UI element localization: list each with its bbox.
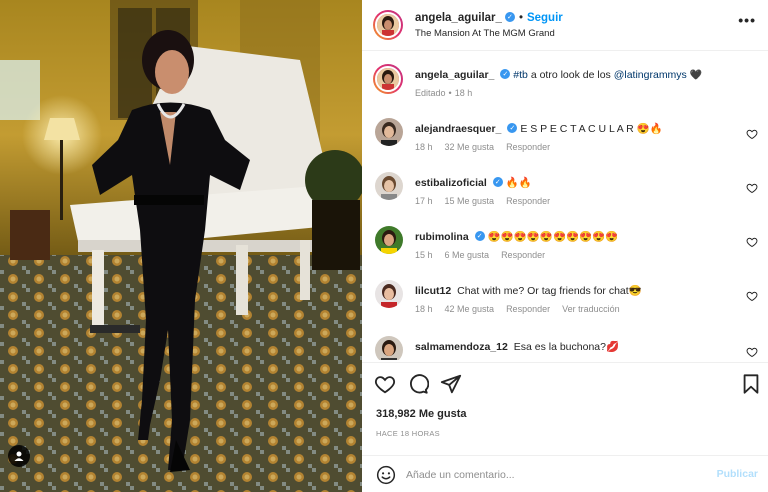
comment-text: E S P E C T A C U L A R 😍🔥 [520, 123, 663, 135]
commenter-username[interactable]: rubimolina [415, 231, 469, 243]
comment-icon[interactable] [407, 373, 429, 395]
comment-time: 18 h [415, 142, 433, 152]
heart-icon[interactable] [746, 346, 758, 358]
comment-text: Esa es la buchona?💋 [513, 341, 620, 353]
caption-text: a otro look de los [527, 69, 614, 81]
caption-mention[interactable]: @latingrammys [614, 69, 687, 81]
comment-text: Chat with me? Or tag friends for chat😎 [457, 285, 642, 297]
post-location[interactable]: The Mansion At The MGM Grand [415, 28, 555, 39]
comment-text: 🔥🔥 [505, 177, 532, 189]
author-username[interactable]: angela_aguilar_ [415, 12, 502, 24]
separator-dot: • [448, 88, 452, 98]
caption: angela_aguilar_ ✓ #tb a otro look de los … [362, 64, 768, 104]
comment-likes[interactable]: 15 Me gusta [445, 196, 495, 206]
bookmark-icon[interactable] [740, 373, 762, 395]
commenter-username[interactable]: alejandraesquer_ [415, 123, 501, 135]
share-icon[interactable] [440, 373, 462, 395]
verified-icon: ✓ [474, 231, 485, 242]
reply-button[interactable]: Responder [506, 196, 550, 206]
post-photo[interactable] [0, 0, 362, 492]
comment-time: 18 h [415, 304, 433, 314]
comment-time: 15 h [415, 250, 433, 260]
comment-text: 😍😍😍😍😍😍😍😍😍😍 [487, 231, 619, 243]
see-translation-button[interactable]: Ver traducción [562, 304, 620, 314]
likes-count[interactable]: 318,982 Me gusta [376, 408, 467, 420]
separator-dot: • [518, 12, 523, 24]
comment-time: 17 h [415, 196, 433, 206]
author-avatar[interactable] [373, 10, 403, 40]
heart-icon[interactable] [746, 182, 758, 194]
more-icon[interactable]: ••• [738, 12, 756, 28]
post-time: HACE 18 HORAS [376, 429, 440, 438]
tag-user-icon[interactable] [8, 445, 30, 467]
comment-row: estibalizoficial ✓ 🔥🔥 17 h 15 Me gusta Resp… [362, 172, 768, 212]
verified-icon: ✓ [492, 177, 503, 188]
comment-row: rubimolina ✓ 😍😍😍😍😍😍😍😍😍😍 15 h 6 Me gusta Res… [362, 226, 768, 266]
heart-icon[interactable] [374, 373, 396, 395]
post-image [0, 0, 362, 492]
caption-emoji: 🖤 [689, 70, 703, 81]
comment-row: alejandraesquer_ ✓ E S P E C T A C U L A … [362, 118, 768, 158]
comment-row: lilcut12 Chat with me? Or tag friends fo… [362, 280, 768, 320]
verified-icon: ✓ [507, 123, 518, 134]
caption-hashtag[interactable]: #tb [513, 69, 528, 81]
commenter-avatar[interactable] [375, 172, 403, 200]
reply-button[interactable]: Responder [506, 142, 550, 152]
reply-button[interactable]: Responder [506, 304, 550, 314]
caption-avatar[interactable] [373, 64, 403, 94]
post-panel: angela_aguilar_ ✓ • Seguir The Mansion At T… [362, 0, 768, 492]
heart-icon[interactable] [746, 236, 758, 248]
follow-button[interactable]: Seguir [527, 12, 563, 24]
commenter-username[interactable]: salmamendoza_12 [415, 341, 508, 353]
caption-username[interactable]: angela_aguilar_ [415, 69, 494, 81]
commenter-avatar[interactable] [375, 226, 403, 254]
emoji-icon[interactable] [376, 465, 396, 485]
verified-icon: ✓ [504, 11, 515, 22]
commenter-username[interactable]: lilcut12 [415, 285, 451, 297]
comment-likes[interactable]: 32 Me gusta [445, 142, 495, 152]
heart-icon[interactable] [746, 290, 758, 302]
comment-row: salmamendoza_12 Esa es la buchona?💋 [362, 336, 768, 360]
caption-time: 18 h [454, 88, 473, 98]
publish-button[interactable]: Publicar [717, 468, 758, 480]
heart-icon[interactable] [746, 128, 758, 140]
reply-button[interactable]: Responder [501, 250, 545, 260]
add-comment-bar: Publicar [362, 455, 768, 492]
comment-likes[interactable]: 42 Me gusta [445, 304, 495, 314]
comment-likes[interactable]: 6 Me gusta [445, 250, 490, 260]
action-bar [362, 362, 768, 406]
commenter-avatar[interactable] [375, 336, 403, 360]
comment-input[interactable] [406, 464, 696, 486]
caption-edited: Editado [415, 88, 446, 98]
verified-icon: ✓ [500, 69, 511, 80]
post-header: angela_aguilar_ ✓ • Seguir The Mansion At T… [362, 0, 768, 51]
commenter-avatar[interactable] [375, 280, 403, 308]
comments-list[interactable]: angela_aguilar_ ✓ #tb a otro look de los … [362, 52, 768, 360]
commenter-username[interactable]: estibalizoficial [415, 177, 487, 189]
commenter-avatar[interactable] [375, 118, 403, 146]
